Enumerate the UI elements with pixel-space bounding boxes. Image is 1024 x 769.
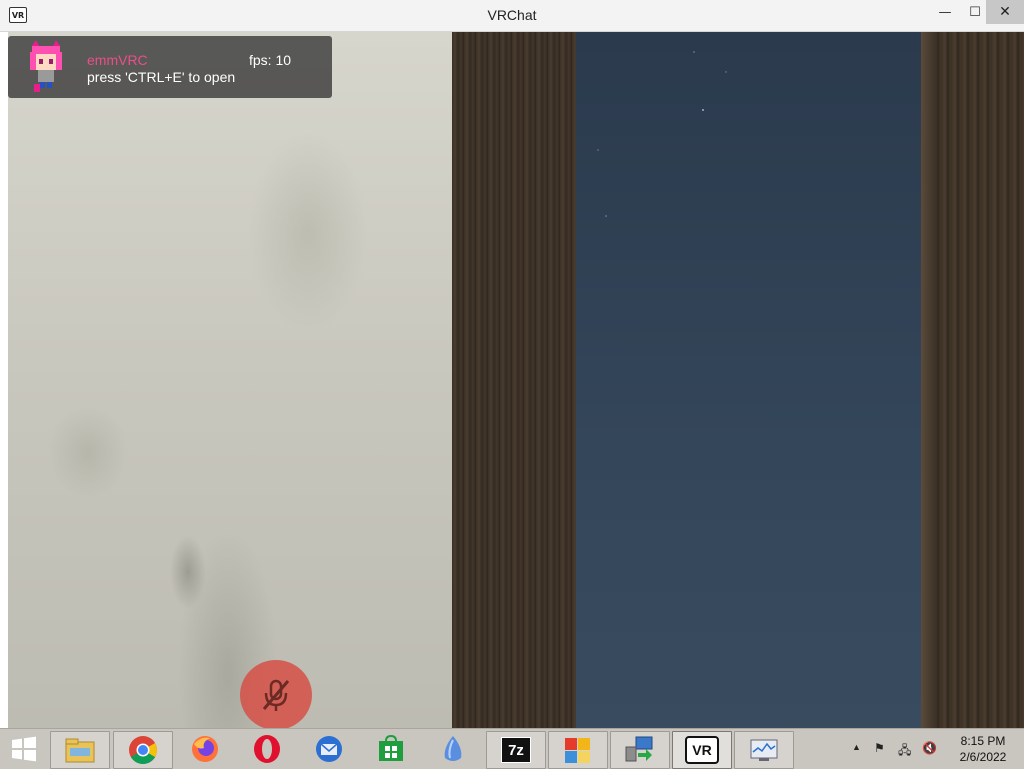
windows-logo-icon bbox=[12, 736, 36, 762]
taskbar-store[interactable] bbox=[362, 731, 420, 767]
taskbar-opera[interactable] bbox=[238, 731, 296, 767]
taskbar-performance-monitor[interactable] bbox=[734, 731, 794, 769]
wooden-beam-left bbox=[452, 32, 576, 728]
taskbar-vrchat[interactable]: VR bbox=[672, 731, 732, 769]
taskbar-network-tool[interactable] bbox=[610, 731, 670, 769]
taskbar-file-explorer[interactable] bbox=[50, 731, 110, 769]
network-tool-icon bbox=[625, 736, 653, 762]
firefox-icon bbox=[192, 736, 218, 762]
opera-icon bbox=[254, 735, 280, 763]
stone-wall bbox=[8, 32, 452, 728]
7zip-icon: 7z bbox=[501, 737, 531, 763]
taskbar-7zip[interactable]: 7z bbox=[486, 731, 546, 769]
system-tray: ▲ ⚑ 🖧 🔇 bbox=[848, 729, 948, 769]
clock-date: 2/6/2022 bbox=[959, 750, 1007, 764]
minimize-button[interactable]: — bbox=[930, 0, 960, 24]
night-sky bbox=[576, 32, 921, 728]
taskbar-control-panel[interactable] bbox=[548, 731, 608, 769]
overlay-hint: press 'CTRL+E' to open bbox=[87, 69, 236, 85]
start-button[interactable] bbox=[0, 729, 48, 769]
action-center-flag-icon[interactable]: ⚑ bbox=[874, 741, 885, 755]
window-titlebar[interactable]: VR VRChat — ☐ ✕ bbox=[0, 0, 1024, 32]
thunderbird-icon bbox=[316, 736, 342, 762]
close-button[interactable]: ✕ bbox=[986, 0, 1024, 24]
show-hidden-icons-icon[interactable]: ▲ bbox=[852, 742, 861, 752]
vr-launcher-icon bbox=[444, 736, 462, 761]
volume-muted-icon[interactable]: 🔇 bbox=[922, 741, 937, 755]
game-viewport[interactable]: emmVRC fps: 10 press 'CTRL+E' to open bbox=[8, 32, 1024, 728]
store-icon bbox=[379, 735, 403, 761]
overlay-username: emmVRC bbox=[87, 52, 148, 68]
fps-counter: fps: 10 bbox=[249, 52, 292, 68]
taskbar: 7z VR ▲ ⚑ 🖧 🔇 8:15 PM 2/6/2022 bbox=[0, 728, 1024, 769]
window-title: VRChat bbox=[487, 7, 537, 23]
chrome-icon bbox=[129, 736, 157, 764]
taskbar-thunderbird[interactable] bbox=[300, 731, 358, 767]
taskbar-clock[interactable]: 8:15 PM 2/6/2022 bbox=[950, 733, 1016, 765]
clock-time: 8:15 PM bbox=[960, 734, 1006, 748]
wooden-beam-edge bbox=[921, 32, 937, 728]
performance-monitor-icon bbox=[750, 739, 778, 761]
control-panel-icon bbox=[565, 738, 590, 763]
taskbar-vr-launcher[interactable] bbox=[424, 731, 482, 767]
sky-stars bbox=[597, 51, 727, 217]
taskbar-firefox[interactable] bbox=[176, 731, 234, 767]
file-explorer-icon bbox=[65, 738, 95, 763]
avatar-icon bbox=[30, 40, 62, 92]
vrchat-taskbar-icon: VR bbox=[685, 736, 719, 764]
mic-muted-icon bbox=[262, 679, 290, 711]
mic-muted-button[interactable] bbox=[240, 660, 312, 728]
taskbar-chrome[interactable] bbox=[113, 731, 173, 769]
network-icon[interactable]: 🖧 bbox=[898, 741, 911, 762]
emmvrc-overlay[interactable]: emmVRC fps: 10 press 'CTRL+E' to open bbox=[8, 36, 332, 98]
